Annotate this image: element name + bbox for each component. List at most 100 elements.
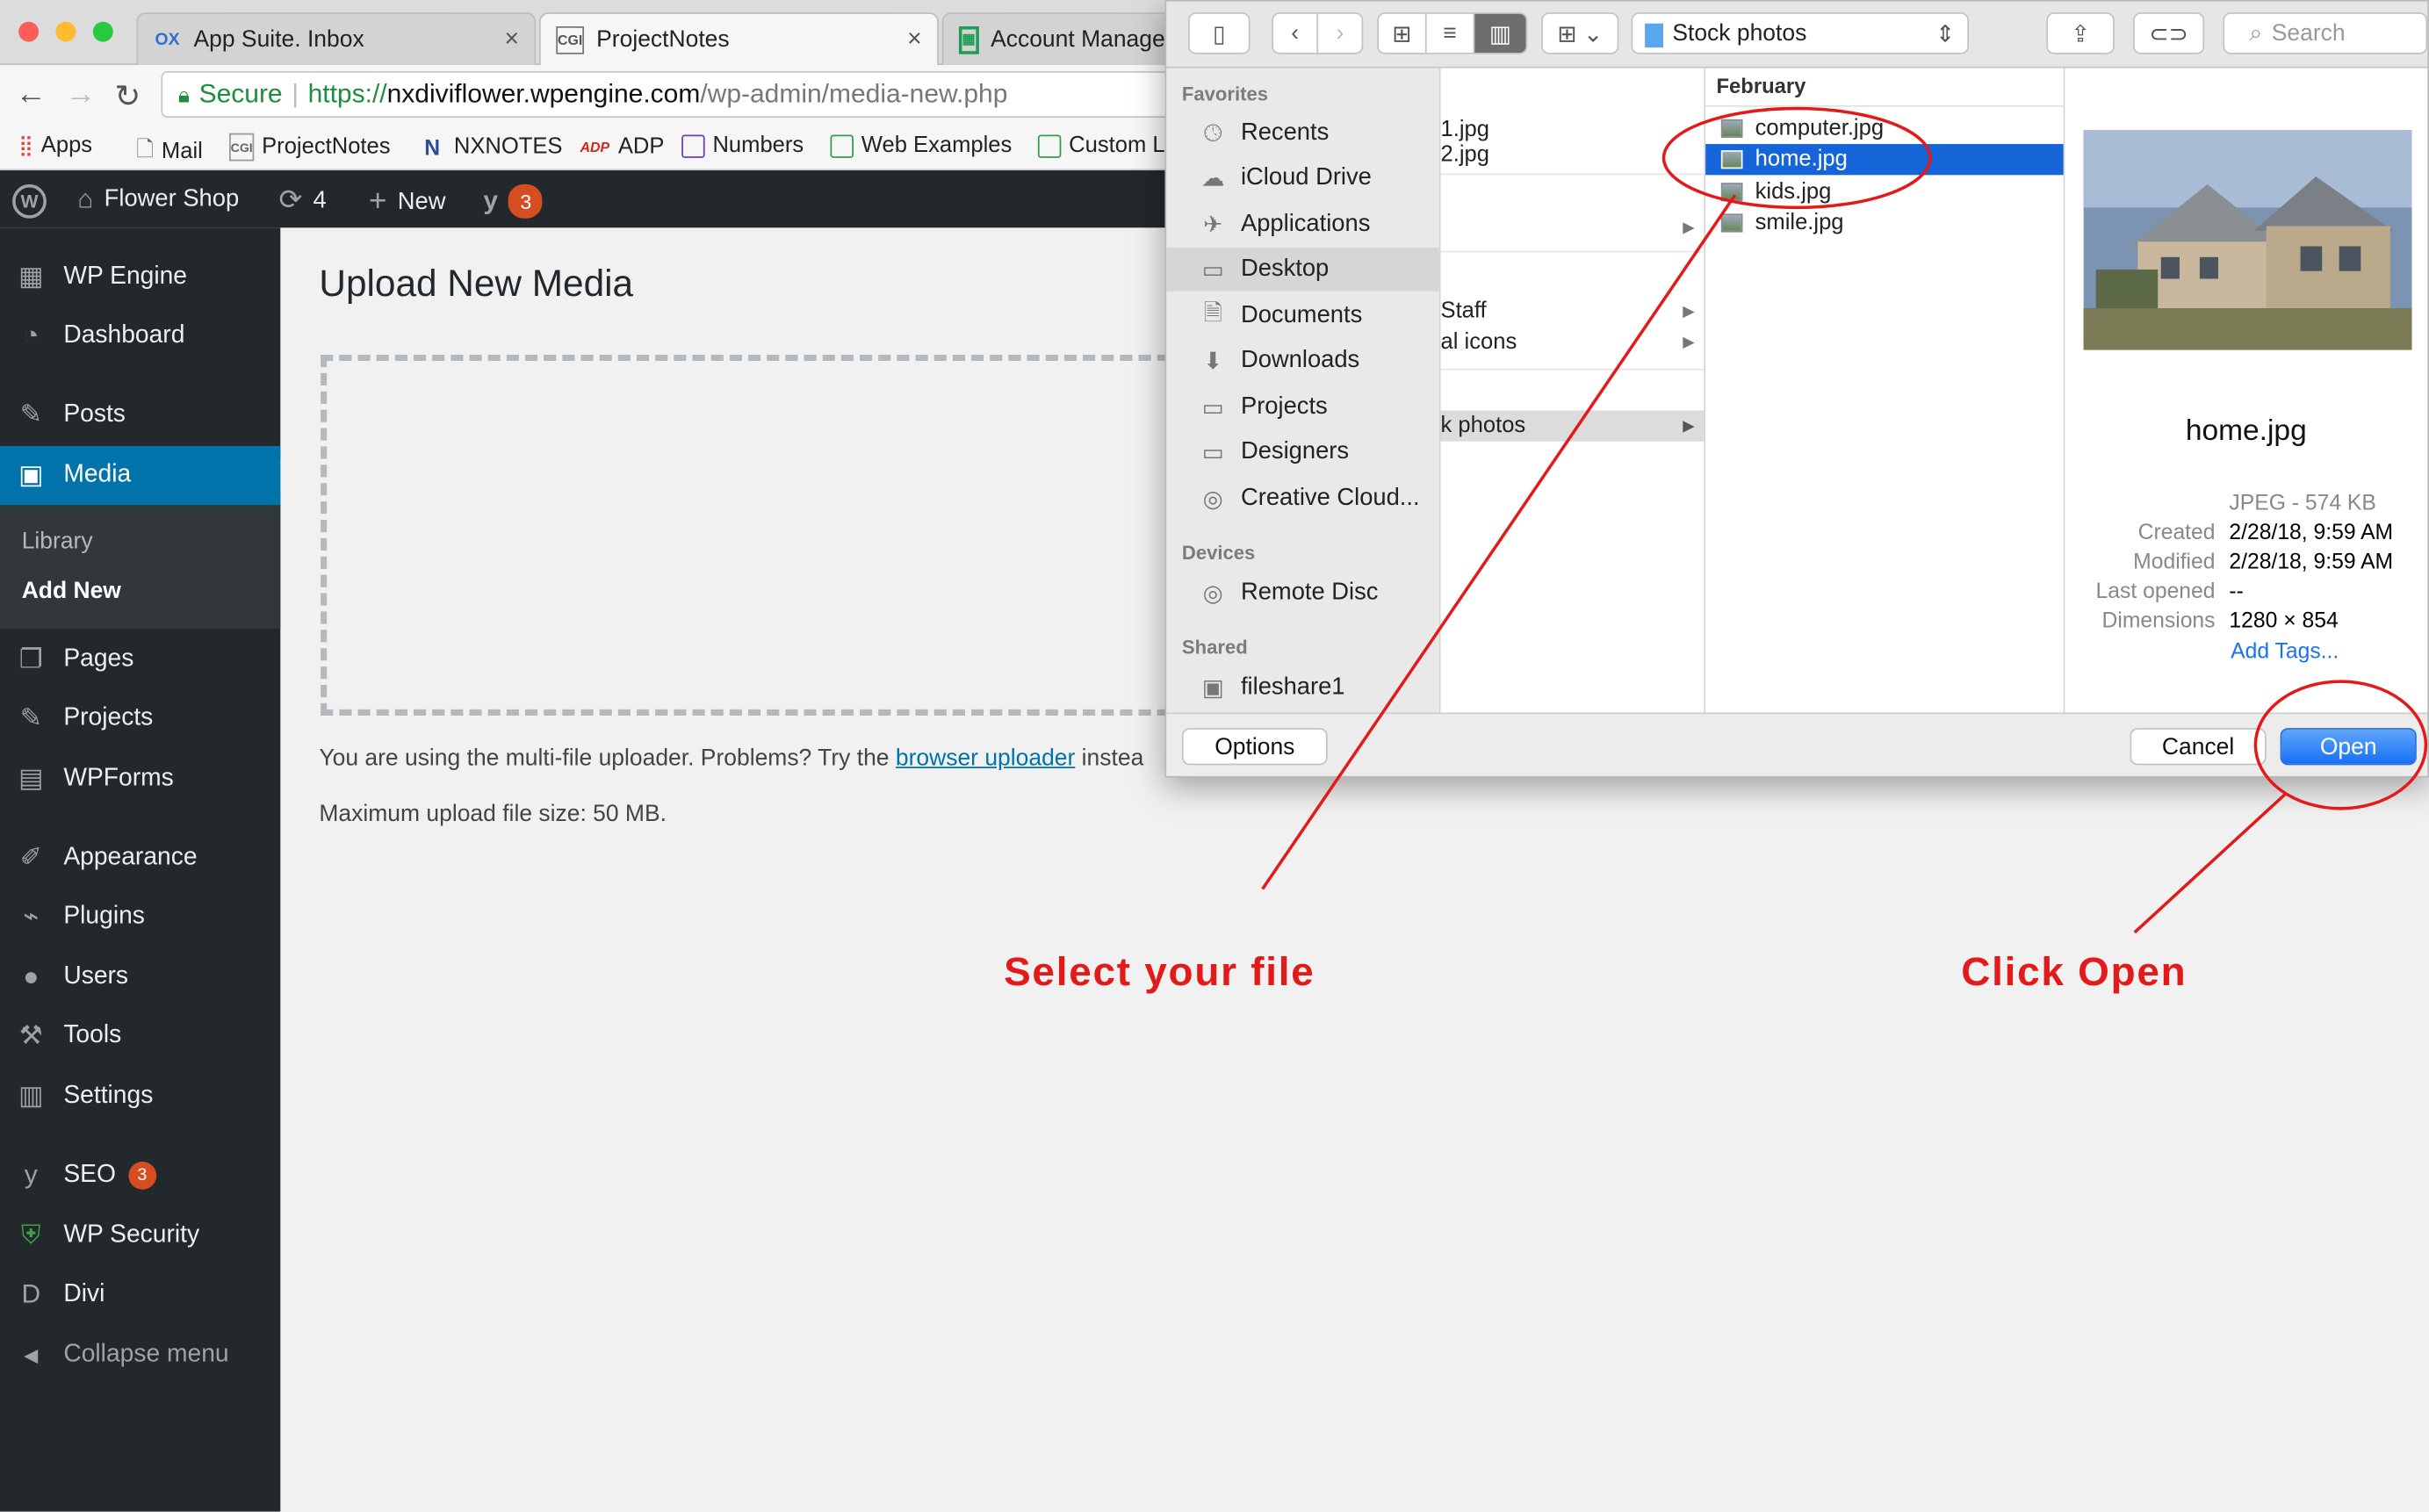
folder-icon: ▇ — [1645, 20, 1663, 47]
yoast-menu[interactable]: y3 — [483, 184, 544, 219]
submenu-add-new[interactable]: Add New — [22, 578, 121, 604]
yoast-icon: y — [483, 185, 499, 216]
sidebar-location-creative-cloud-[interactable]: ◎ Creative Cloud... — [1166, 477, 1438, 520]
sidebar-location-designers[interactable]: ▭ Designers — [1166, 430, 1438, 473]
download-icon: ⬇︎ — [1203, 348, 1223, 375]
sidebar-location-desktop[interactable]: ▭ Desktop — [1166, 248, 1439, 292]
tags-button[interactable]: ⊂⊃ — [2133, 12, 2205, 54]
file-item[interactable]: computer.jpg — [1705, 113, 2063, 144]
sidebar-item-collapse-menu[interactable]: ◀ Collapse menu — [0, 1326, 280, 1385]
site-name-link[interactable]: ⌂ Flower Shop — [77, 184, 239, 215]
gauge-icon: ◔ — [23, 320, 40, 350]
close-window-button[interactable] — [18, 21, 40, 42]
file-item[interactable]: 2.jpg — [1441, 140, 1489, 170]
sidebar-location-icloud-drive[interactable]: ☁︎ iCloud Drive — [1166, 156, 1438, 199]
bookmark-web-examples[interactable]: Web Examples — [830, 133, 1012, 158]
sidebar-location-applications[interactable]: ✈︎ Applications — [1166, 203, 1438, 246]
list-view-button[interactable]: ≡ — [1424, 12, 1475, 54]
share-button[interactable]: ⇪ — [2046, 12, 2115, 54]
upload-drop-zone[interactable] — [321, 354, 1188, 716]
media-submenu: Library Add New — [0, 505, 281, 630]
brush-icon: ✐ — [19, 842, 42, 873]
close-tab-icon[interactable]: × — [907, 26, 921, 54]
location-label: Documents — [1240, 301, 1363, 328]
cloud-icon: ☁︎ — [1200, 165, 1225, 192]
bookmark-numbers[interactable]: Numbers — [681, 133, 804, 158]
folder-item-selected[interactable]: k photos ▶ — [1440, 410, 1705, 442]
browser-tab[interactable]: ▦ Account Manager — [941, 12, 1190, 66]
divider — [1440, 368, 1705, 371]
folder-item[interactable]: Staff ▶ — [1441, 296, 1705, 327]
sidebar-item-appearance[interactable]: ✐ Appearance — [0, 829, 280, 888]
folder-item[interactable]: al icons ▶ — [1441, 327, 1705, 357]
new-content-link[interactable]: + New — [369, 184, 446, 220]
sidebar-item-plugins[interactable]: ⌁ Plugins — [0, 888, 280, 947]
sidebar-location-projects[interactable]: ▭ Projects — [1166, 385, 1438, 428]
bookmark-mail[interactable]: 🗋 Mail — [136, 133, 203, 170]
bookmark-custom[interactable]: Custom L — [1037, 133, 1165, 158]
bookmark-apps[interactable]: ⣿ Apps — [18, 133, 92, 158]
location-label: iCloud Drive — [1240, 163, 1372, 191]
sidebar-item-seo[interactable]: y SEO 3 — [0, 1146, 280, 1205]
minimize-window-button[interactable] — [55, 21, 76, 42]
sidebar-toggle-button[interactable]: ▯ — [1187, 12, 1251, 54]
sidebar-item-media[interactable]: ▣ Media — [0, 446, 281, 506]
chevron-right-icon: › — [1336, 19, 1344, 47]
bookmark-adp[interactable]: ADP ADP — [580, 133, 665, 162]
open-button[interactable]: Open — [2280, 728, 2417, 766]
browser-uploader-link[interactable]: browser uploader — [896, 745, 1075, 771]
sidebar-item-tools[interactable]: ⚒ Tools — [0, 1007, 280, 1066]
meta-value: 1280 × 854 — [2229, 607, 2339, 632]
back-icon[interactable]: ← — [16, 77, 47, 113]
wp-admin-bar: W ⌂ Flower Shop ⟳ 4 + New y3 — [0, 170, 1178, 228]
group-button[interactable]: ⊞ ⌄ — [1541, 12, 1619, 54]
zoom-window-button[interactable] — [92, 21, 113, 42]
sidebar-item-divi[interactable]: D Divi — [0, 1265, 280, 1324]
sidebar-location-downloads[interactable]: ⬇︎ Downloads — [1166, 339, 1438, 382]
cancel-button[interactable]: Cancel — [2130, 728, 2267, 766]
media-icon: ▣ — [18, 459, 44, 490]
close-tab-icon[interactable]: × — [504, 26, 518, 54]
sidebar-item-posts[interactable]: ✎ Posts — [0, 385, 280, 444]
reload-icon[interactable]: ↻ — [115, 77, 141, 116]
sidebar-item-projects[interactable]: ✎ Projects — [0, 689, 280, 748]
sidebar-item-label: Plugins — [63, 903, 145, 930]
updates-link[interactable]: ⟳ 4 — [279, 184, 327, 217]
sidebar-item-wp-engine[interactable]: ▦ WP Engine — [0, 248, 280, 306]
sidebar-item-wp-security[interactable]: ⛨ WP Security — [0, 1206, 280, 1265]
add-tags-link[interactable]: Add Tags... — [2231, 638, 2339, 663]
bookmark-nxnotes[interactable]: N NXNOTES — [418, 133, 562, 162]
refresh-icon: ⟳ — [278, 184, 303, 216]
location-label: Recents — [1240, 119, 1330, 146]
location-popup[interactable]: ▇ Stock photos ⇕ — [1631, 12, 1970, 54]
icon-view-button[interactable]: ⊞ — [1377, 12, 1427, 54]
forward-icon[interactable]: → — [65, 77, 96, 113]
address-bar[interactable]: 🔒︎ Secure | https://nxdiviflower.wpengin… — [161, 71, 1184, 119]
options-button[interactable]: Options — [1181, 728, 1328, 766]
wordpress-logo-icon[interactable]: W — [12, 184, 47, 219]
location-label: Stock photos — [1672, 19, 1807, 47]
column-view-button[interactable]: ▥ — [1473, 12, 1528, 54]
sidebar-item-label: Posts — [63, 400, 126, 428]
sidebar-icon: ▯ — [1212, 20, 1226, 47]
sidebar-item-wpforms[interactable]: ▤ WPForms — [0, 750, 280, 809]
sidebar-location-documents[interactable]: 🗎︎ Documents — [1166, 294, 1438, 337]
file-item[interactable]: smile.jpg — [1705, 207, 2063, 238]
sidebar-location-recents[interactable]: 🕓︎ Recents — [1166, 112, 1438, 155]
browser-tab[interactable]: OX App Suite. Inbox × — [136, 12, 537, 66]
forward-button[interactable]: › — [1316, 12, 1364, 54]
sidebar-item-pages[interactable]: ❐ Pages — [0, 630, 280, 689]
back-button[interactable]: ‹ — [1272, 12, 1319, 54]
sidebar-item-settings[interactable]: ▥ Settings — [0, 1067, 280, 1126]
browser-tab[interactable]: CGI ProjectNotes × — [538, 12, 939, 66]
sidebar-item-users[interactable]: ● Users — [0, 948, 280, 1007]
bookmark-projectnotes[interactable]: CGI ProjectNotes — [229, 133, 391, 162]
search-field[interactable]: ⌕ Search — [2223, 12, 2428, 54]
submenu-library[interactable]: Library — [22, 529, 93, 555]
file-item[interactable]: kids.jpg — [1705, 176, 2063, 207]
file-item-selected[interactable]: home.jpg — [1705, 144, 2064, 176]
sidebar-item-dashboard[interactable]: ◔ Dashboard — [0, 306, 280, 365]
select-file-annotation: Select your file — [1004, 947, 1315, 995]
sidebar-location-fileshare1[interactable]: ▣ fileshare1 — [1166, 666, 1438, 709]
sidebar-location-remote-disc[interactable]: ◎ Remote Disc — [1166, 572, 1438, 615]
